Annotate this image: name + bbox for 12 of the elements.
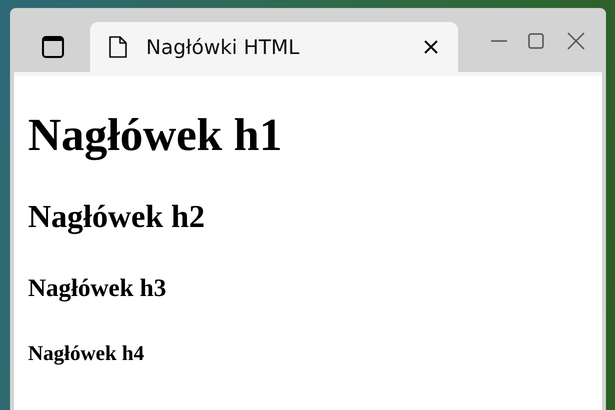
minimize-icon[interactable] [491, 39, 507, 43]
close-window-icon[interactable] [567, 32, 585, 50]
close-icon[interactable] [424, 40, 438, 54]
browser-tab[interactable]: Nagłówki HTML [90, 22, 458, 72]
maximize-icon[interactable] [528, 33, 544, 49]
heading-4: Nagłówek h4 [28, 343, 144, 364]
heading-1: Nagłówek h1 [28, 112, 282, 158]
heading-3: Nagłówek h3 [28, 276, 166, 301]
tab-title: Nagłówki HTML [146, 34, 300, 61]
heading-2: Nagłówek h2 [28, 200, 205, 232]
tab-overview-icon[interactable] [42, 36, 64, 58]
document-icon [108, 35, 128, 59]
